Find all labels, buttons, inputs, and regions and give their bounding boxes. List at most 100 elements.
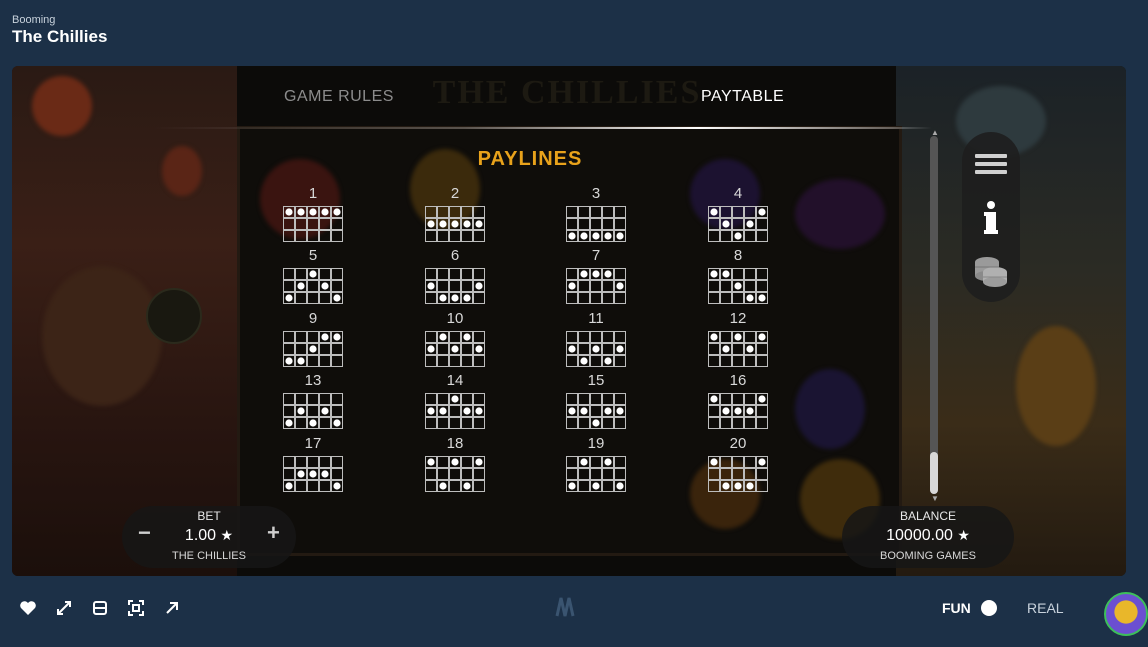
payline-cell: [461, 230, 473, 242]
payline-cell: [566, 456, 578, 468]
payline-dot: [734, 482, 742, 490]
tab-paytable[interactable]: PAYTABLE: [701, 88, 784, 106]
payline-dot: [451, 294, 459, 302]
tab-game-rules[interactable]: GAME RULES: [284, 88, 394, 106]
payline-cell: [319, 230, 331, 242]
payline-cell: [708, 292, 720, 304]
payline-number: 19: [587, 435, 605, 452]
payline-9: 9: [282, 311, 344, 367]
payline-cell: [449, 405, 461, 417]
payline-cell: [614, 355, 626, 367]
payline-grid-icon: [708, 331, 768, 367]
payline-cell: [437, 456, 449, 468]
payline-dot: [285, 357, 293, 365]
payline-cell: [732, 468, 744, 480]
mode-toggle[interactable]: [981, 600, 997, 616]
bet-value: 1.00: [184, 527, 217, 544]
spin-button-background: [146, 288, 202, 344]
payline-cell: [425, 331, 437, 343]
fun-mode-label[interactable]: FUN: [942, 600, 971, 616]
payline-grid-icon: [566, 456, 626, 492]
payline-cell: [319, 456, 331, 468]
payline-dot: [568, 345, 576, 353]
payline-cell: [708, 230, 720, 242]
payline-cell: [720, 417, 732, 429]
payline-cell: [295, 417, 307, 429]
scroll-down-arrow[interactable]: ▼: [931, 494, 939, 503]
payline-cell: [307, 480, 319, 492]
payline-dot: [297, 470, 305, 478]
payline-cell: [331, 468, 343, 480]
payline-dot: [710, 270, 718, 278]
payline-dot: [463, 333, 471, 341]
payline-cell: [566, 218, 578, 230]
hamburger-menu-icon[interactable]: [971, 144, 1011, 184]
payline-cell: [744, 417, 756, 429]
payline-dot: [734, 232, 742, 240]
star-icon: ★: [957, 527, 970, 543]
real-mode-label[interactable]: REAL: [1027, 600, 1064, 616]
payline-cell: [732, 268, 744, 280]
heart-icon[interactable]: [18, 598, 38, 618]
payline-cell: [732, 417, 744, 429]
external-link-icon[interactable]: [162, 598, 182, 618]
payline-dot: [285, 482, 293, 490]
payline-cell: [449, 206, 461, 218]
payline-dot: [439, 482, 447, 490]
payline-grid-icon: [566, 331, 626, 367]
payline-14: 14: [424, 373, 486, 429]
payline-cell: [720, 393, 732, 405]
payline-cell: [614, 393, 626, 405]
coins-stack-icon[interactable]: [971, 250, 1011, 290]
payline-dot: [309, 270, 317, 278]
payline-dot: [451, 220, 459, 228]
payline-cell: [578, 468, 590, 480]
payline-cell: [461, 268, 473, 280]
payline-cell: [756, 405, 768, 417]
payline-cell: [473, 355, 485, 367]
payline-dot: [321, 333, 329, 341]
fullscreen-icon[interactable]: [54, 598, 74, 618]
scrollbar[interactable]: [930, 136, 938, 494]
payline-dot: [297, 282, 305, 290]
payline-dot: [333, 419, 341, 427]
scrollbar-thumb[interactable]: [930, 452, 938, 494]
bet-increase-button[interactable]: +: [267, 520, 280, 546]
player-avatar[interactable]: [1104, 592, 1148, 636]
payline-grid-icon: [566, 268, 626, 304]
payline-cell: [307, 292, 319, 304]
payline-cell: [319, 268, 331, 280]
payline-grid-icon: [283, 206, 343, 242]
payline-grid-icon: [283, 331, 343, 367]
balance-label: BALANCE: [899, 509, 957, 523]
payline-cell: [295, 268, 307, 280]
payline-dot: [333, 208, 341, 216]
payline-dot: [604, 232, 612, 240]
screenshot-icon[interactable]: [126, 598, 146, 618]
payline-number: 11: [588, 310, 604, 327]
payline-grid-icon: [708, 268, 768, 304]
payline-cell: [566, 206, 578, 218]
payline-cell: [437, 280, 449, 292]
payline-cell: [295, 343, 307, 355]
payline-cell: [307, 456, 319, 468]
payline-cell: [461, 468, 473, 480]
payline-dot: [463, 294, 471, 302]
paylines-title: PAYLINES: [477, 148, 583, 170]
payline-cell: [319, 393, 331, 405]
info-icon[interactable]: [971, 198, 1011, 238]
payline-cell: [283, 268, 295, 280]
payline-cell: [566, 268, 578, 280]
payline-dot: [309, 470, 317, 478]
payline-cell: [602, 343, 614, 355]
background-left: [12, 66, 237, 576]
layout-icon[interactable]: [90, 598, 110, 618]
payline-cell: [473, 206, 485, 218]
payline-cell: [590, 292, 602, 304]
payline-dot: [439, 407, 447, 415]
payline-cell: [590, 206, 602, 218]
payline-cell: [449, 230, 461, 242]
payline-dot: [568, 232, 576, 240]
background-game-logo: THE CHILLIES: [432, 74, 702, 111]
payline-dot: [333, 333, 341, 341]
